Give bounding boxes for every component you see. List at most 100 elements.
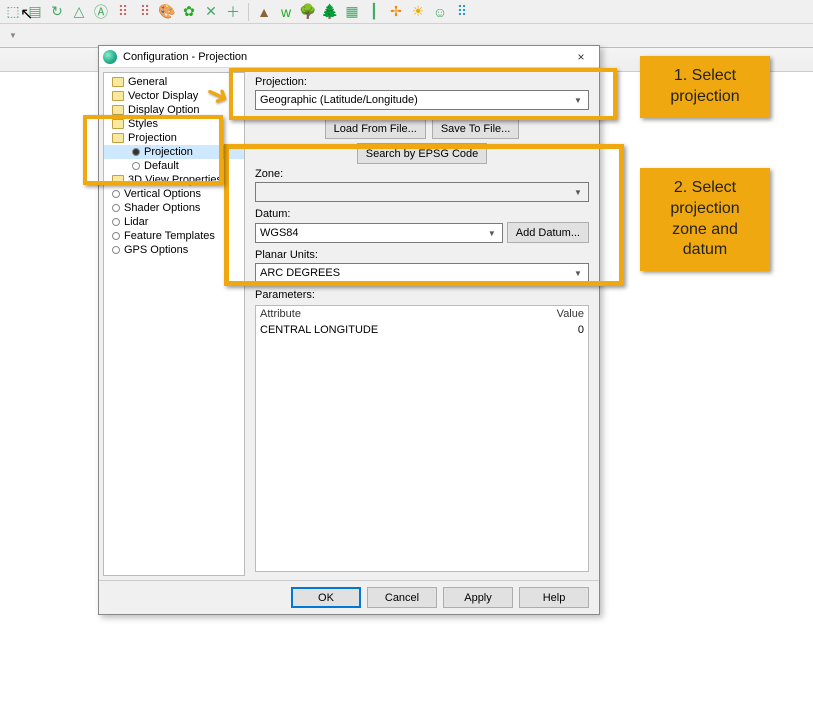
annotation-callout-2: 2. Select projection zone and datum bbox=[640, 168, 770, 271]
datum-label: Datum: bbox=[255, 208, 589, 220]
folder-icon bbox=[112, 77, 124, 87]
folder-icon bbox=[112, 105, 124, 115]
chevron-down-icon: ▼ bbox=[570, 93, 586, 107]
tree-item-projection[interactable]: Projection bbox=[104, 145, 244, 159]
tree-item-vertical-options[interactable]: Vertical Options bbox=[104, 187, 244, 201]
close-button[interactable]: × bbox=[567, 48, 595, 66]
toolbar-row-1: ⬚ ▤ ↻ △ Ⓐ ⠿ ⠿ 🎨 ✿ ✕ ＋ ▲ ᴡ 🌳 🌲 ▦ ┃ ✢ ☀ ☺ … bbox=[0, 0, 813, 24]
tree-item-shader-options[interactable]: Shader Options bbox=[104, 201, 244, 215]
radio-icon bbox=[112, 204, 120, 212]
toolbar-icon[interactable]: ⠿ bbox=[136, 3, 154, 21]
pole-icon[interactable]: ┃ bbox=[365, 3, 383, 21]
toolbar-icon[interactable]: △ bbox=[70, 3, 88, 21]
tree-item-label: Display Option bbox=[128, 104, 200, 116]
toolbar-icon[interactable]: ↻ bbox=[48, 3, 66, 21]
app-icon bbox=[103, 50, 117, 64]
tree-item-label: Styles bbox=[128, 118, 158, 130]
dialog-title: Configuration - Projection bbox=[123, 51, 561, 63]
toolbar-icon[interactable]: ✿ bbox=[180, 3, 198, 21]
save-to-file-button[interactable]: Save To File... bbox=[432, 118, 520, 139]
tree-item-label: General bbox=[128, 76, 167, 88]
help-button[interactable]: Help bbox=[519, 587, 589, 608]
tree-item-styles[interactable]: Styles bbox=[104, 117, 244, 131]
dialog-titlebar[interactable]: Configuration - Projection × bbox=[99, 46, 599, 68]
cancel-button[interactable]: Cancel bbox=[367, 587, 437, 608]
person-icon[interactable]: ☺ bbox=[431, 3, 449, 21]
add-datum-button[interactable]: Add Datum... bbox=[507, 222, 589, 243]
projection-value: Geographic (Latitude/Longitude) bbox=[260, 94, 418, 106]
parameters-label: Parameters: bbox=[255, 289, 589, 301]
tree-item-lidar[interactable]: Lidar bbox=[104, 215, 244, 229]
tree-icon[interactable]: 🌲 bbox=[321, 3, 339, 21]
tree-item-3d-view-properties[interactable]: 3D View Properties bbox=[104, 173, 244, 187]
tree-item-display-options[interactable]: Display Option bbox=[104, 103, 244, 117]
planar-units-label: Planar Units: bbox=[255, 249, 589, 261]
zone-label: Zone: bbox=[255, 168, 589, 180]
tree-item-projection[interactable]: Projection bbox=[104, 131, 244, 145]
tree-item-vector-display[interactable]: Vector Display bbox=[104, 89, 244, 103]
tree-item-label: Projection bbox=[128, 132, 177, 144]
ok-button[interactable]: OK bbox=[291, 587, 361, 608]
radio-icon bbox=[132, 162, 140, 170]
cross-icon[interactable]: ✢ bbox=[387, 3, 405, 21]
toolbar-icon[interactable]: Ⓐ bbox=[92, 3, 110, 21]
grass-icon[interactable]: ᴡ bbox=[277, 3, 295, 21]
zone-combo[interactable]: ▼ bbox=[255, 182, 589, 202]
annotation-callout-1: 1. Select projection bbox=[640, 56, 770, 118]
chevron-down-icon: ▼ bbox=[484, 226, 500, 240]
tree-item-label: Lidar bbox=[124, 216, 148, 228]
datum-combo[interactable]: WGS84 ▼ bbox=[255, 223, 503, 243]
dialog-button-bar: OK Cancel Apply Help bbox=[99, 580, 599, 614]
projection-pane: Projection: Geographic (Latitude/Longitu… bbox=[249, 72, 595, 576]
toolbar-icon[interactable]: ＋ bbox=[224, 3, 242, 21]
tree-item-feature-templates[interactable]: Feature Templates bbox=[104, 229, 244, 243]
radio-icon bbox=[112, 218, 120, 226]
projection-combo[interactable]: Geographic (Latitude/Longitude) ▼ bbox=[255, 90, 589, 110]
mountain-icon[interactable]: ▲ bbox=[255, 3, 273, 21]
tree-item-label: GPS Options bbox=[124, 244, 188, 256]
param-attr: CENTRAL LONGITUDE bbox=[260, 324, 524, 336]
radio-icon bbox=[132, 148, 140, 156]
toolbar-icon[interactable]: ⬚ bbox=[4, 3, 22, 21]
tree-item-label: Default bbox=[144, 160, 179, 172]
radio-icon bbox=[112, 190, 120, 198]
tree-item-default[interactable]: Default bbox=[104, 159, 244, 173]
dropdown-icon[interactable]: ▼ bbox=[4, 27, 22, 45]
radio-icon bbox=[112, 232, 120, 240]
sun-icon[interactable]: ☀ bbox=[409, 3, 427, 21]
tree-item-label: Projection bbox=[144, 146, 193, 158]
search-epsg-button[interactable]: Search by EPSG Code bbox=[357, 143, 488, 164]
folder-icon bbox=[112, 175, 124, 185]
toolbar-icon[interactable]: ⠿ bbox=[114, 3, 132, 21]
param-header-val: Value bbox=[524, 308, 584, 320]
configuration-dialog: Configuration - Projection × General Vect… bbox=[98, 45, 600, 615]
projection-label: Projection: bbox=[255, 76, 589, 88]
load-from-file-button[interactable]: Load From File... bbox=[325, 118, 426, 139]
toolbar-icon[interactable]: ✕ bbox=[202, 3, 220, 21]
dots-icon[interactable]: ⠿ bbox=[453, 3, 471, 21]
planar-units-combo[interactable]: ARC DEGREES ▼ bbox=[255, 263, 589, 283]
tree-item-label: 3D View Properties bbox=[128, 174, 222, 186]
planar-units-value: ARC DEGREES bbox=[260, 267, 340, 279]
folder-icon bbox=[112, 91, 124, 101]
chevron-down-icon: ▼ bbox=[570, 266, 586, 280]
tree-item-label: Vector Display bbox=[128, 90, 198, 102]
tree-item-gps-options[interactable]: GPS Options bbox=[104, 243, 244, 257]
toolbar-icon[interactable]: ▤ bbox=[26, 3, 44, 21]
tree-item-general[interactable]: General bbox=[104, 75, 244, 89]
radio-icon bbox=[112, 246, 120, 254]
parameters-table[interactable]: Attribute Value CENTRAL LONGITUDE0 bbox=[255, 305, 589, 572]
tree-item-label: Vertical Options bbox=[124, 188, 201, 200]
table-row[interactable]: CENTRAL LONGITUDE0 bbox=[256, 322, 588, 338]
folder-icon bbox=[112, 133, 124, 143]
datum-value: WGS84 bbox=[260, 227, 299, 239]
apply-button[interactable]: Apply bbox=[443, 587, 513, 608]
grid-icon[interactable]: ▦ bbox=[343, 3, 361, 21]
folder-icon bbox=[112, 119, 124, 129]
param-val: 0 bbox=[524, 324, 584, 336]
toolbar-icon[interactable]: 🎨 bbox=[158, 3, 176, 21]
param-header-attr: Attribute bbox=[260, 308, 524, 320]
config-tree[interactable]: General Vector Display Display Option Style… bbox=[103, 72, 245, 576]
tree-item-label: Feature Templates bbox=[124, 230, 215, 242]
tree-icon[interactable]: 🌳 bbox=[299, 3, 317, 21]
